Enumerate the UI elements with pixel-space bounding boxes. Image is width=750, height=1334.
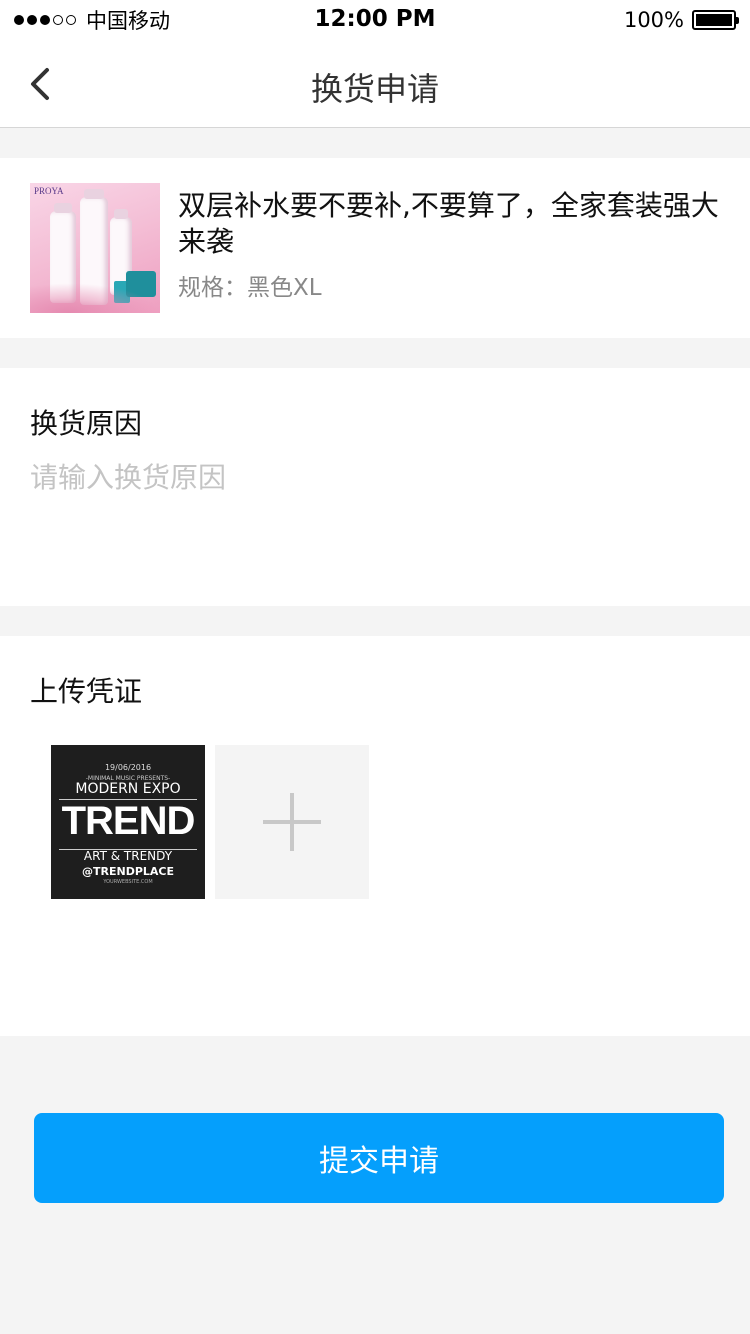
upload-section: 上传凭证 19/06/2016 -MINIMAL MUSIC PRESENTS-…	[0, 636, 750, 1036]
submit-button[interactable]: 提交申请	[34, 1113, 724, 1203]
product-title: 双层补水要不要补,不要算了，全家套装强大来袭	[178, 189, 719, 258]
photo-date-text: 19/06/2016	[104, 763, 152, 772]
battery-icon	[692, 10, 739, 30]
add-photo-button[interactable]	[215, 745, 369, 899]
plus-icon	[263, 793, 321, 851]
reason-input[interactable]	[30, 456, 720, 576]
status-bar: 中国移动 12:00 PM 100%	[0, 0, 750, 40]
photo-tagline-text: ART & TRENDY	[83, 849, 173, 863]
photo-handle-text: @TRENDPLACE	[82, 865, 174, 878]
page-title: 换货申请	[310, 70, 439, 108]
reason-label: 换货原因	[30, 407, 143, 440]
product-spec: 规格：黑色XL	[178, 275, 322, 301]
battery-percentage: 100%	[623, 8, 684, 32]
product-brand-logo: PROYA	[34, 186, 64, 196]
nav-bar: 换货申请	[0, 40, 750, 128]
upload-label: 上传凭证	[30, 675, 143, 708]
uploaded-photo[interactable]: 19/06/2016 -MINIMAL MUSIC PRESENTS- MODE…	[51, 745, 205, 899]
photo-main-text: TREND	[61, 799, 196, 843]
photo-heading-text: MODERN EXPO	[75, 781, 181, 797]
product-thumbnail: PROYA	[30, 183, 160, 313]
photo-site-text: YOURWEBSITE.COM	[103, 879, 153, 885]
status-right: 100%	[623, 6, 739, 34]
reason-section: 换货原因	[0, 368, 750, 606]
product-card: PROYA 双层补水要不要补,不要算了，全家套装强大来袭 规格：黑色XL	[0, 158, 750, 338]
